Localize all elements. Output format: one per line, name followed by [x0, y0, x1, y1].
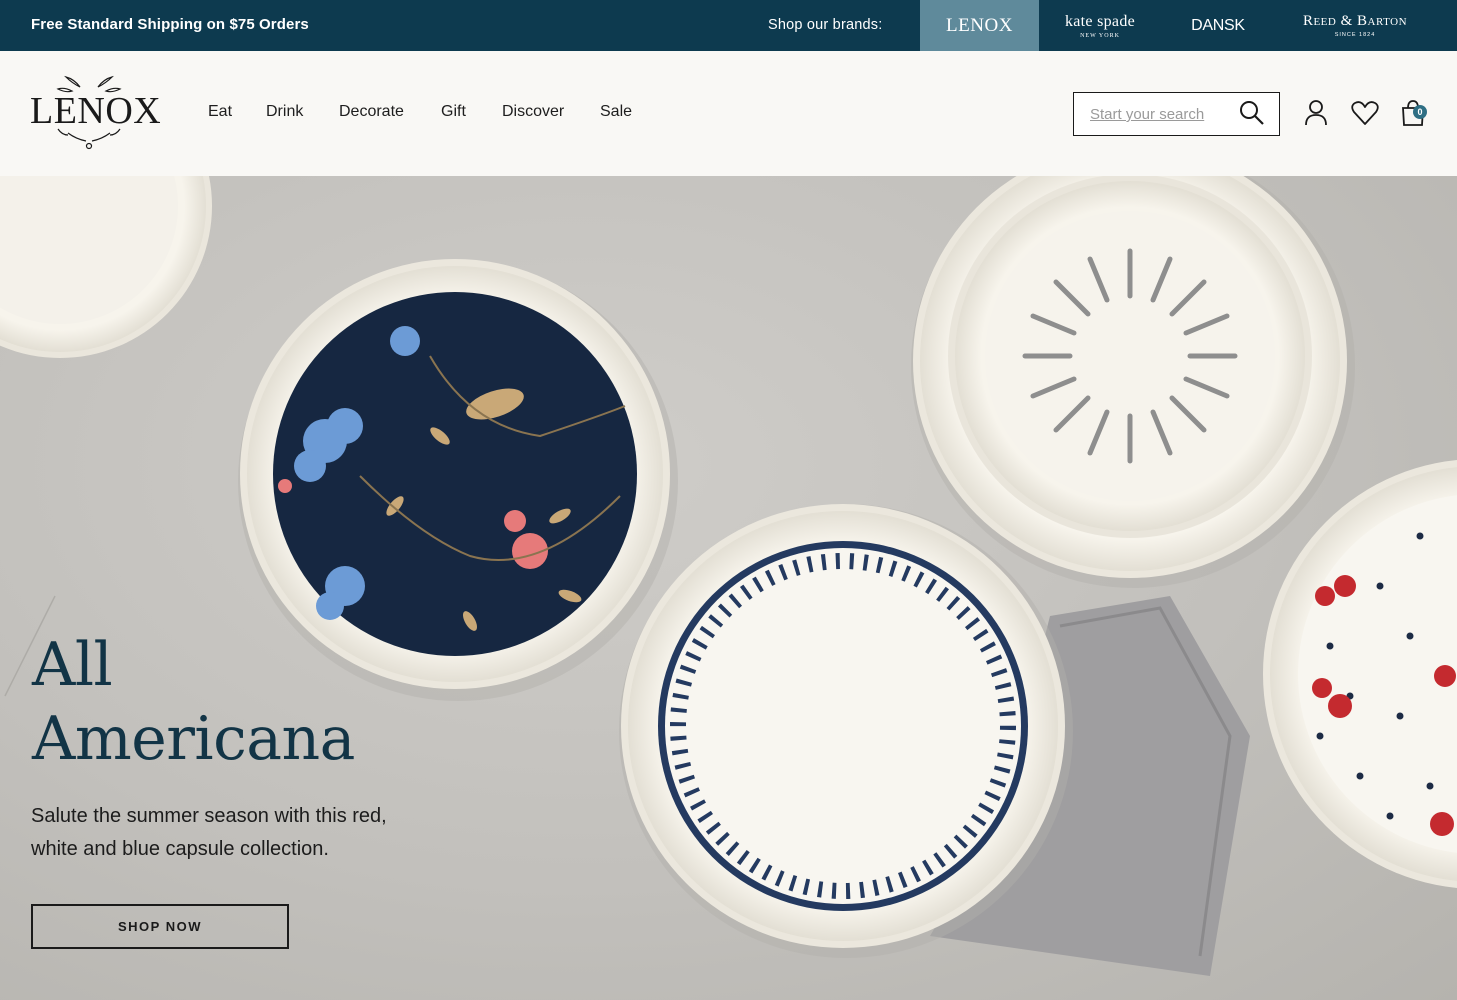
shop-now-button[interactable]: SHOP NOW	[31, 904, 289, 949]
brand-reed-sub: SINCE 1824	[1334, 32, 1376, 38]
nav-discover[interactable]: Discover	[502, 103, 564, 121]
hero-image	[0, 176, 1457, 976]
plate-corner	[0, 176, 212, 358]
brand-kate-logo: kate spade	[1064, 12, 1136, 30]
brand-kate-sub: NEW YORK	[1080, 32, 1120, 39]
nav-sale[interactable]: Sale	[600, 103, 632, 121]
nav-gift[interactable]: Gift	[441, 103, 466, 121]
brands-label: Shop our brands:	[768, 17, 883, 33]
hero-title-line2: Americana	[32, 704, 355, 774]
brand-link-kate-spade[interactable]: kate spade NEW YORK	[1040, 0, 1160, 51]
logo-wordmark: LENOX	[30, 90, 162, 132]
hero-banner: All Americana Salute the summer season w…	[0, 176, 1457, 1000]
hero-title-line1: All	[32, 630, 113, 700]
nav-eat[interactable]: Eat	[208, 103, 232, 121]
hero-subtitle: Salute the summer season with this red, …	[31, 805, 387, 860]
search-placeholder: Start your search	[1090, 106, 1205, 123]
plate-grey-burst	[911, 176, 1355, 588]
search-icon[interactable]	[1238, 99, 1266, 127]
site-header: LENOX Eat Drink Decorate Gift Discover S…	[0, 51, 1457, 176]
wishlist-heart-icon[interactable]	[1350, 98, 1380, 128]
brand-dansk-logo: DANSK	[1191, 16, 1245, 34]
plate-blue-border	[619, 504, 1073, 958]
brand-reed-logo: Reed & Barton	[1302, 13, 1408, 29]
cart-count-badge: 0	[1413, 105, 1427, 119]
promo-bar: Free Standard Shipping on $75 Orders Sho…	[0, 0, 1457, 51]
brand-link-reed-barton[interactable]: Reed & Barton SINCE 1824	[1280, 0, 1430, 51]
lenox-logo[interactable]: LENOX	[28, 73, 162, 155]
plate-cherry-dots	[1263, 460, 1457, 888]
nav-decorate[interactable]: Decorate	[339, 103, 404, 121]
nav-drink[interactable]: Drink	[266, 103, 303, 121]
shipping-promo-text[interactable]: Free Standard Shipping on $75 Orders	[31, 16, 309, 33]
account-icon[interactable]	[1301, 98, 1331, 128]
brand-lenox-logo: LENOX	[946, 14, 1013, 36]
brand-link-lenox[interactable]: LENOX	[920, 0, 1039, 51]
hero-title: All Americana	[32, 628, 355, 776]
brand-link-dansk[interactable]: DANSK	[1160, 0, 1276, 51]
